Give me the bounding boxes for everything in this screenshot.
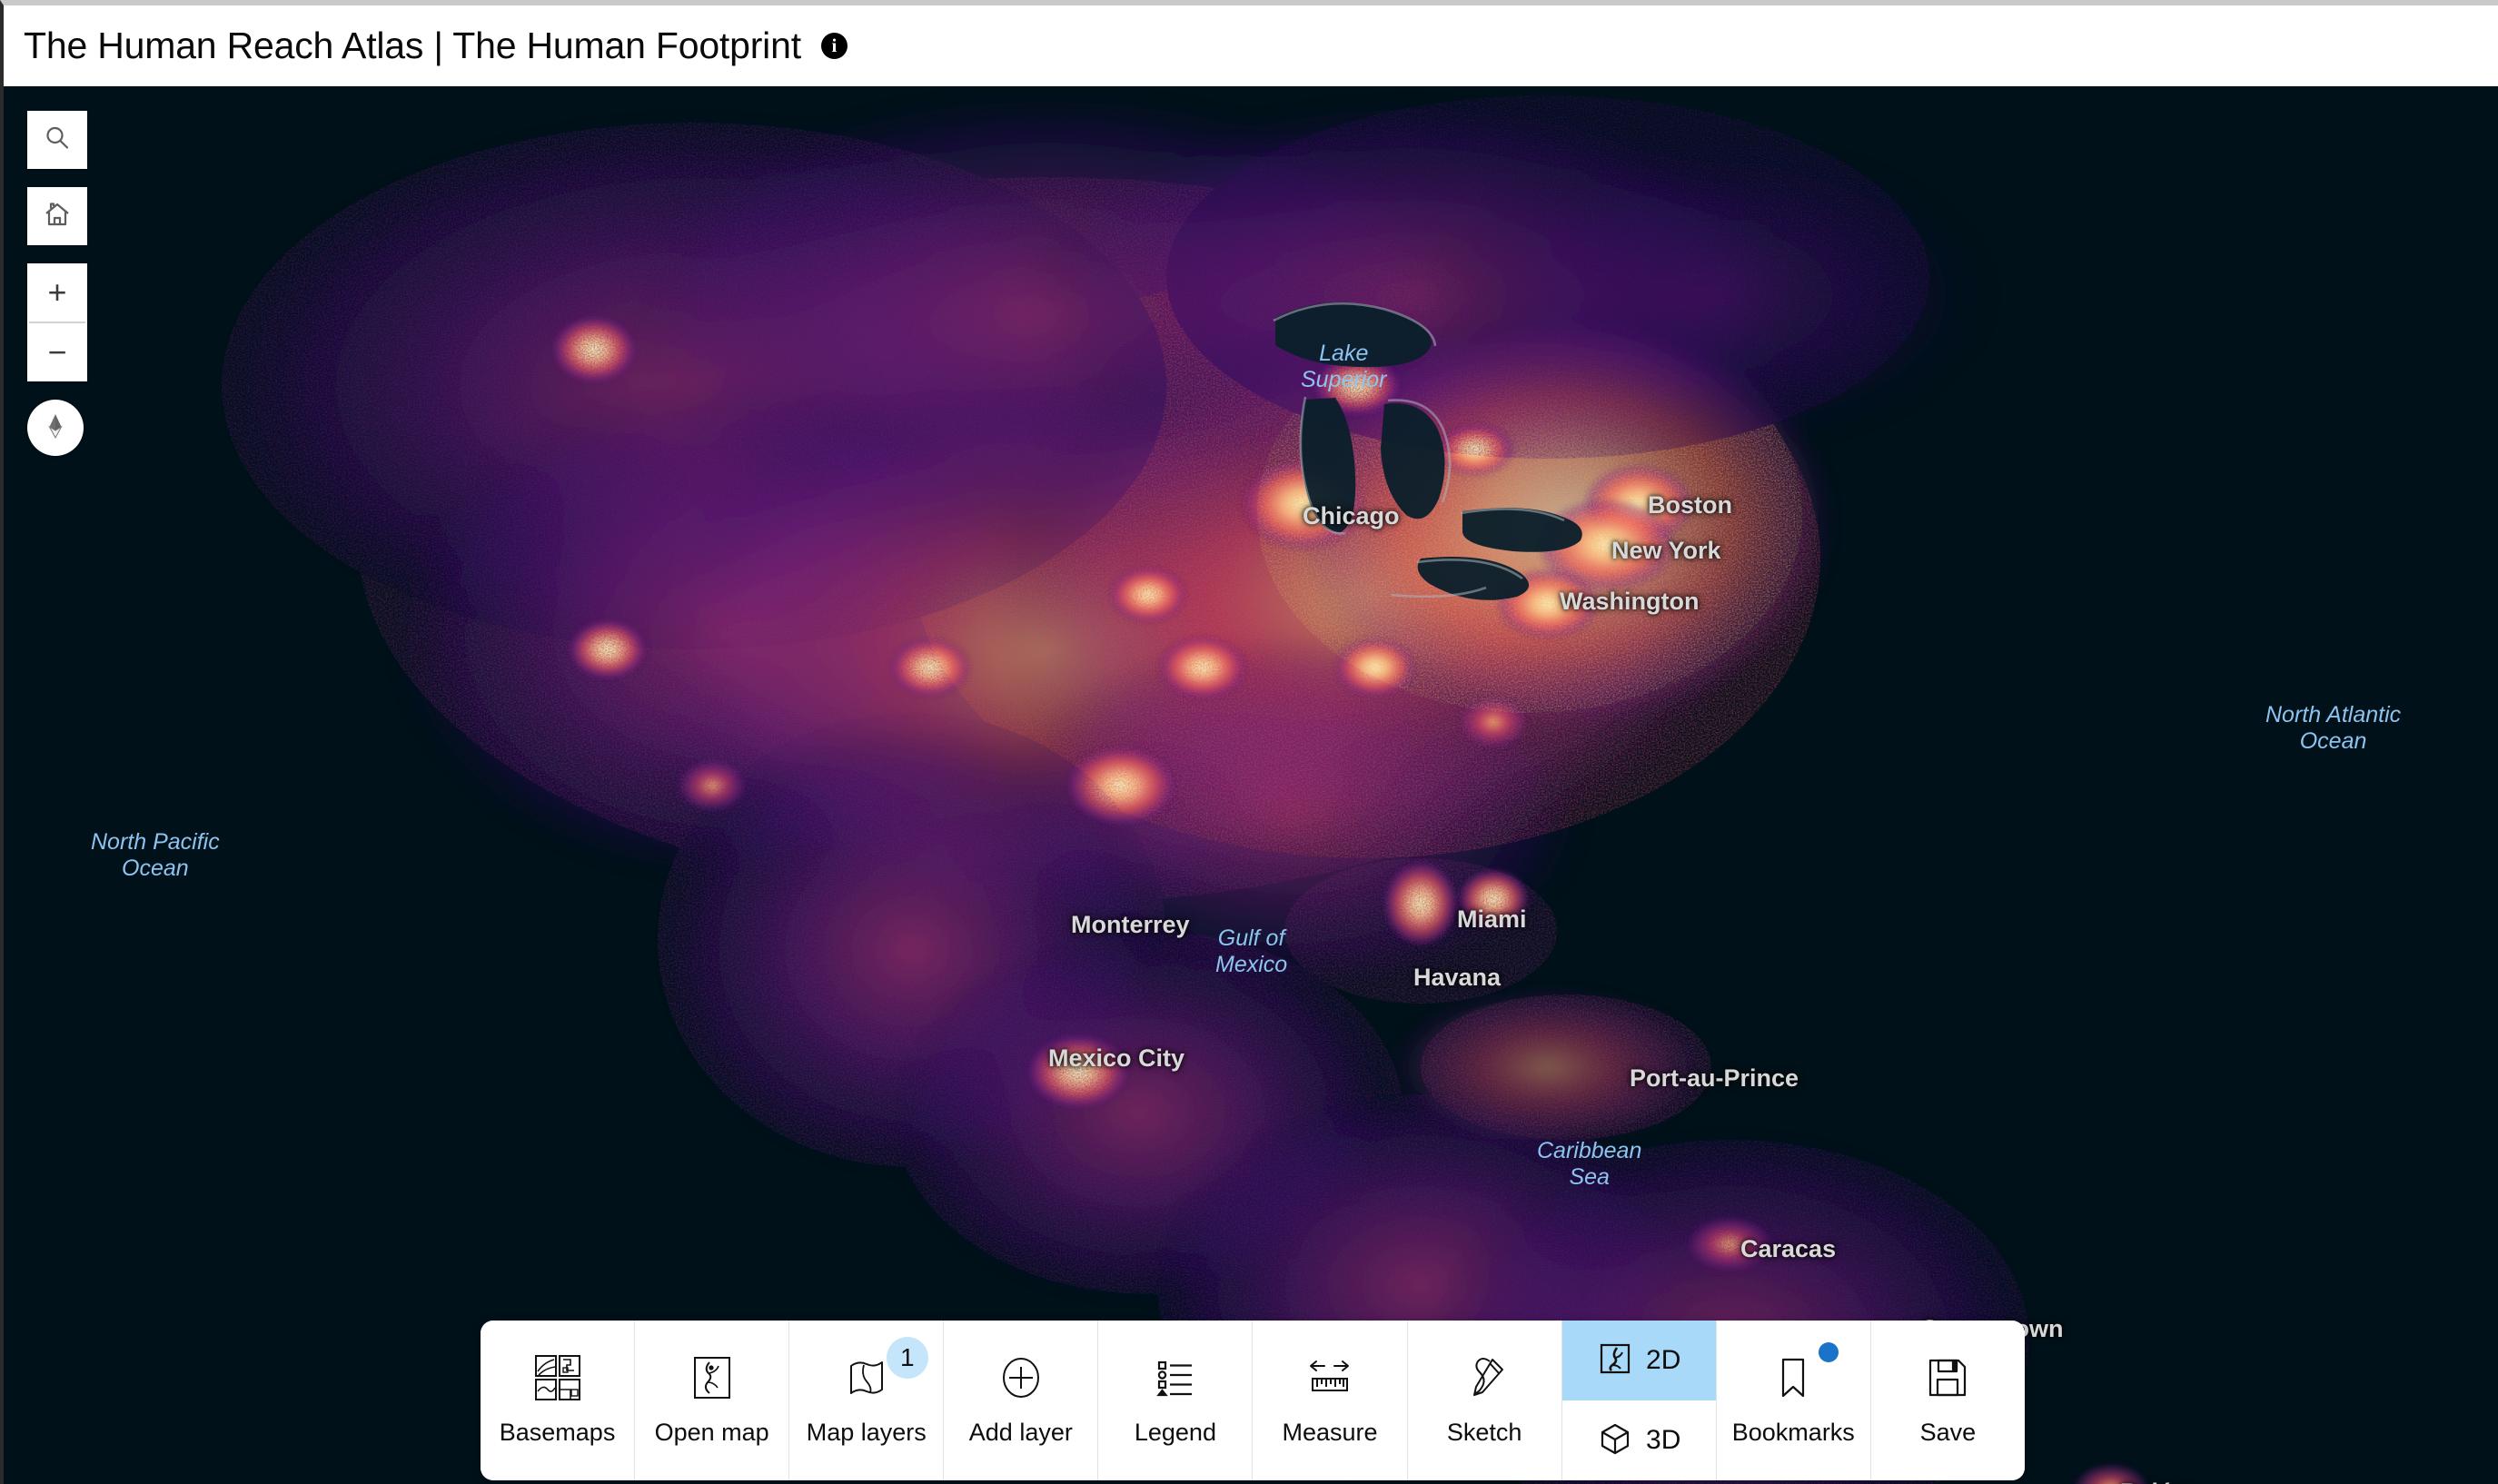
- map-canvas[interactable]: Chicago Boston New York Washington Monte…: [4, 86, 2498, 1484]
- toolbar-item-save[interactable]: Save: [1870, 1321, 2025, 1480]
- toolbar-item-add-layer[interactable]: Add layer: [944, 1321, 1099, 1480]
- compass-icon: [40, 411, 71, 446]
- zoom-controls: + −: [27, 263, 87, 381]
- bottom-toolbar: Basemaps Open map 1 Map layers Add layer…: [481, 1321, 2025, 1480]
- view-mode-2d-button[interactable]: 2D: [1561, 1321, 1716, 1400]
- app-header: The Human Reach Atlas | The Human Footpr…: [4, 5, 2498, 86]
- view-mode-3d-label: 3D: [1646, 1425, 1681, 1455]
- toolbar-item-measure[interactable]: Measure: [1253, 1321, 1408, 1480]
- view-mode-3d-button[interactable]: 3D: [1561, 1400, 1716, 1480]
- toolbar-label-open-map: Open map: [654, 1419, 769, 1446]
- toolbar-label-save: Save: [1919, 1419, 1977, 1446]
- search-icon: [43, 124, 72, 157]
- home-icon: [43, 200, 72, 233]
- toolbar-label-basemaps: Basemaps: [499, 1419, 616, 1446]
- map-2d-icon: [1597, 1341, 1633, 1381]
- toolbar-label-add-layer: Add layer: [968, 1419, 1073, 1446]
- view-mode-2d-label: 2D: [1646, 1345, 1681, 1375]
- open-map-icon: [689, 1351, 735, 1404]
- cube-3d-icon: [1597, 1420, 1633, 1461]
- toolbar-item-sketch[interactable]: Sketch: [1407, 1321, 1562, 1480]
- info-icon[interactable]: i: [820, 33, 848, 59]
- view-mode-toggle: 2D 3D: [1561, 1321, 1717, 1480]
- legend-list-icon: [1151, 1351, 1200, 1404]
- toolbar-item-legend[interactable]: Legend: [1098, 1321, 1254, 1480]
- search-button[interactable]: [27, 111, 87, 169]
- toolbar-item-bookmarks[interactable]: Bookmarks: [1716, 1321, 1871, 1480]
- page-title: The Human Reach Atlas | The Human Footpr…: [24, 25, 801, 66]
- application-window: The Human Reach Atlas | The Human Footpr…: [0, 0, 2498, 1484]
- tool-spacer-1: [27, 169, 87, 187]
- sketch-pencil-icon: [1460, 1351, 1509, 1404]
- basemaps-grid-icon: [533, 1351, 582, 1404]
- toolbar-label-measure: Measure: [1282, 1419, 1378, 1446]
- zoom-out-button[interactable]: −: [27, 323, 87, 381]
- zoom-in-button[interactable]: +: [27, 263, 87, 322]
- toolbar-label-legend: Legend: [1134, 1419, 1216, 1446]
- toolbar-item-open-map[interactable]: Open map: [635, 1321, 790, 1480]
- toolbar-item-map-layers[interactable]: 1 Map layers: [789, 1321, 945, 1480]
- plus-circle-icon: [996, 1351, 1046, 1404]
- map-tools-column: + −: [27, 111, 87, 456]
- map-layers-icon: [842, 1351, 891, 1404]
- tool-spacer-2: [27, 245, 87, 263]
- compass-button[interactable]: [27, 400, 84, 456]
- bookmarks-notification-dot: [1819, 1342, 1839, 1362]
- human-footprint-raster: [4, 86, 2498, 1484]
- home-button[interactable]: [27, 187, 87, 245]
- map-layers-badge: 1: [886, 1337, 928, 1379]
- toolbar-item-basemaps[interactable]: Basemaps: [481, 1321, 636, 1480]
- toolbar-label-bookmarks: Bookmarks: [1731, 1419, 1855, 1446]
- toolbar-label-map-layers: Map layers: [806, 1419, 927, 1446]
- measure-ruler-icon: [1304, 1351, 1356, 1404]
- toolbar-label-sketch: Sketch: [1446, 1419, 1522, 1446]
- floppy-disk-icon: [1923, 1351, 1972, 1404]
- bookmark-icon: [1771, 1351, 1815, 1404]
